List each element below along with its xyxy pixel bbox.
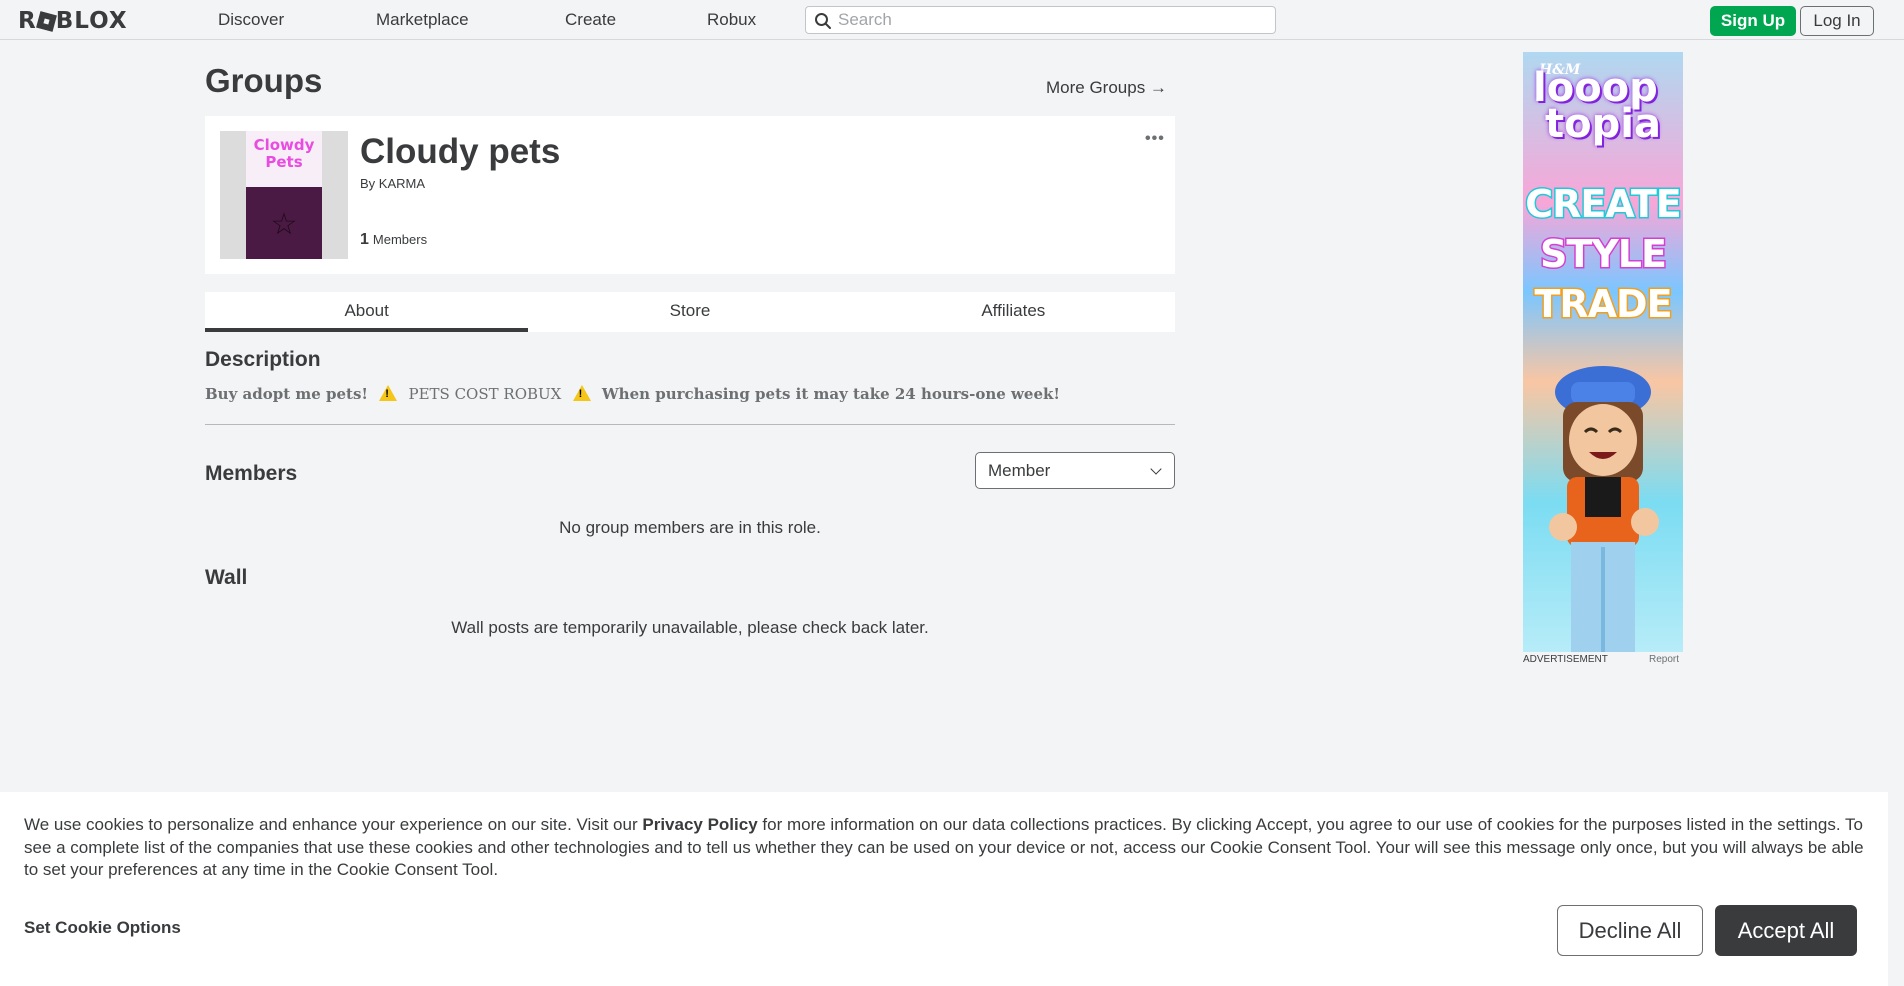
- warning-icon: [572, 385, 591, 401]
- member-count-label: Members: [372, 232, 428, 247]
- tab-store[interactable]: Store: [528, 292, 851, 332]
- member-count-number: 1: [360, 231, 369, 248]
- search-input[interactable]: [838, 9, 1268, 31]
- decline-all-button[interactable]: Decline All: [1557, 905, 1703, 956]
- ad-logo: looop topia: [1533, 65, 1661, 147]
- nav-discover[interactable]: Discover: [218, 10, 284, 30]
- member-count: 1 Members: [360, 231, 427, 249]
- wall-heading: Wall: [205, 566, 248, 589]
- warning-icon: [379, 385, 398, 401]
- scrollbar-gutter: [1888, 40, 1904, 986]
- nav-marketplace[interactable]: Marketplace: [376, 10, 469, 30]
- group-description: Buy adopt me pets! PETS COST ROBUX When …: [205, 385, 1060, 403]
- ad-avatar-illustration: [1549, 366, 1659, 652]
- role-select-value: Member: [988, 461, 1051, 480]
- ad-caption: ADVERTISEMENT: [1523, 654, 1608, 665]
- top-nav: R BLOX Discover Marketplace Create Robux …: [0, 0, 1904, 40]
- wall-unavailable-message: Wall posts are temporarily unavailable, …: [451, 618, 929, 637]
- by-prefix: By: [360, 176, 376, 191]
- star-icon: ☆: [270, 208, 298, 241]
- more-options-icon[interactable]: •••: [1145, 130, 1165, 148]
- emblem-text: Clowdy Pets: [253, 136, 315, 171]
- ad-report-link[interactable]: Report: [1649, 654, 1679, 665]
- members-heading: Members: [205, 462, 298, 485]
- page-title: Groups: [205, 62, 323, 99]
- advertisement-banner[interactable]: H&M looop topia CREATE STYLE TRADE: [1523, 52, 1683, 652]
- group-tabs: About Store Affiliates: [205, 292, 1175, 332]
- group-owner-line: By KARMA: [360, 176, 425, 191]
- cookie-consent-text: We use cookies to personalize and enhanc…: [24, 815, 1864, 879]
- roblox-logo[interactable]: R BLOX: [18, 8, 128, 34]
- ad-word-trade: TRADE: [1533, 281, 1674, 328]
- ad-word-style: STYLE: [1539, 231, 1669, 278]
- privacy-policy-link[interactable]: Privacy Policy: [642, 815, 757, 834]
- role-select-dropdown[interactable]: Member: [975, 452, 1175, 489]
- search-box: [805, 6, 1276, 34]
- sign-up-button[interactable]: Sign Up: [1710, 6, 1796, 36]
- group-header-card: Clowdy Pets ☆ Cloudy pets By KARMA 1 Memb…: [205, 116, 1175, 274]
- nav-create[interactable]: Create: [565, 10, 616, 30]
- ad-word-create: CREATE: [1524, 181, 1683, 228]
- accept-all-button[interactable]: Accept All: [1715, 905, 1857, 956]
- set-cookie-options-link[interactable]: Set Cookie Options: [24, 918, 181, 938]
- description-heading: Description: [205, 348, 321, 371]
- group-owner-link[interactable]: KARMA: [379, 176, 425, 191]
- group-emblem: Clowdy Pets ☆: [246, 131, 322, 259]
- log-in-button[interactable]: Log In: [1800, 6, 1874, 36]
- cookie-consent-banner: We use cookies to personalize and enhanc…: [0, 792, 1888, 986]
- section-divider: [205, 424, 1175, 425]
- chevron-down-icon: [1150, 463, 1162, 475]
- no-members-message: No group members are in this role.: [559, 518, 821, 537]
- more-groups-link[interactable]: More Groups →: [1046, 78, 1167, 98]
- tab-affiliates[interactable]: Affiliates: [852, 292, 1175, 332]
- search-icon[interactable]: [814, 12, 832, 30]
- logo-o-icon: [35, 11, 57, 32]
- group-name: Cloudy pets: [360, 132, 561, 171]
- nav-robux[interactable]: Robux: [707, 10, 756, 30]
- group-thumbnail[interactable]: Clowdy Pets ☆: [220, 131, 348, 259]
- tab-about[interactable]: About: [205, 292, 529, 332]
